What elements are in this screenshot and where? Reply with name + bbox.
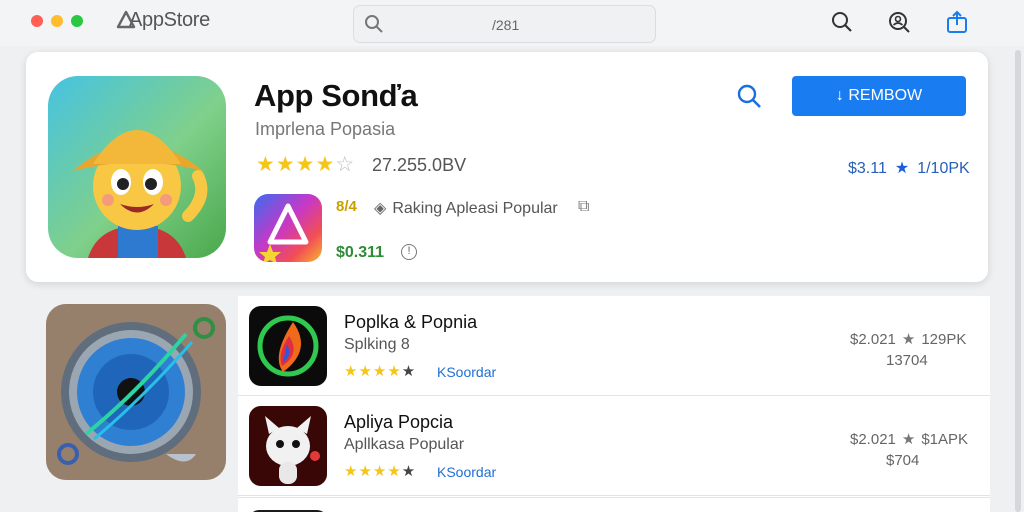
app-price: $2.021 xyxy=(850,331,896,348)
related-app-icon[interactable] xyxy=(254,194,322,262)
get-button[interactable]: ↓ REMBOW xyxy=(792,76,966,116)
list-item[interactable]: Apliya Popcia Apllkasa Popular ★★★★★ KSo… xyxy=(238,396,990,496)
featured-meta: $3.11 ★ 1/10PK xyxy=(848,158,970,178)
featured-app-card[interactable]: App Sonďa Imprlena Popasia ★★★★☆ 27.255.… xyxy=(26,52,988,282)
star-empty-icon: ☆ xyxy=(335,153,356,176)
featured-rating-count: 27.255.0BV xyxy=(372,155,467,175)
zoom-window-button[interactable] xyxy=(71,15,83,27)
featured-app-icon[interactable] xyxy=(48,76,226,258)
star-icon: ★★★★ xyxy=(256,153,336,176)
ranking-label: ◈ Raking Apleasi Popular xyxy=(374,198,558,218)
app-price: $2.021 xyxy=(850,431,896,448)
app-meta: $2.021 ★ 129PK xyxy=(850,330,966,348)
app-link[interactable]: KSoordar xyxy=(437,364,496,380)
search-field[interactable]: /281 xyxy=(353,5,656,43)
rating-stars: ★★★★★ xyxy=(344,462,416,480)
account-search-icon[interactable] xyxy=(887,10,911,34)
scrollbar[interactable] xyxy=(1015,50,1021,512)
related-app-badge: 8/4 xyxy=(336,198,357,215)
app-list: Poplka & Popnia Splking 8 ★★★★★ KSoordar… xyxy=(238,296,990,512)
tag-icon: ◈ xyxy=(374,200,387,217)
close-window-button[interactable] xyxy=(31,15,43,27)
app-downloads: 129PK xyxy=(921,331,967,348)
app-count: 13704 xyxy=(886,352,928,369)
app-icon[interactable] xyxy=(249,306,327,386)
rating-stars: ★★★★★ xyxy=(344,362,416,380)
app-icon[interactable] xyxy=(249,406,327,486)
app-link[interactable]: KSoordar xyxy=(437,464,496,480)
star-icon: ★ xyxy=(894,160,910,177)
star-icon: ★★★★ xyxy=(344,363,402,380)
star-icon: ★ xyxy=(401,463,417,480)
list-item[interactable]: Poplka & Popnia Splking 8 ★★★★★ KSoordar… xyxy=(238,296,990,396)
star-icon: ★ xyxy=(901,431,916,448)
star-icon: ★★★★ xyxy=(344,463,402,480)
appstore-logo-icon xyxy=(116,10,136,29)
search-input[interactable]: /281 xyxy=(492,17,519,33)
list-item[interactable] xyxy=(238,497,990,512)
app-title-label: AppStore xyxy=(129,9,210,31)
featured-price: $3.11 xyxy=(848,160,887,177)
ranking-text: Raking Apleasi Popular xyxy=(392,200,558,217)
search-icon[interactable] xyxy=(830,10,854,34)
category-banner-image[interactable] xyxy=(46,304,226,480)
minimize-window-button[interactable] xyxy=(51,15,63,27)
external-link-icon[interactable]: ⧉ xyxy=(578,198,589,216)
featured-app-subtitle: Imprlena Popasia xyxy=(255,119,396,139)
app-meta: $2.021 ★ $1APK xyxy=(850,430,968,448)
app-name: Apliya Popcia xyxy=(344,412,454,432)
search-icon[interactable] xyxy=(736,83,762,109)
star-icon: ★ xyxy=(401,363,417,380)
title-bar: AppStore /281 xyxy=(0,0,1024,46)
share-icon[interactable] xyxy=(945,10,969,34)
related-app-price: $0.311 xyxy=(336,244,385,261)
info-icon[interactable]: ! xyxy=(401,244,417,260)
featured-app-name: App Sonďa xyxy=(254,78,418,113)
app-title: AppStore xyxy=(115,9,210,32)
featured-downloads: 1/10PK xyxy=(917,160,970,177)
search-icon xyxy=(365,15,383,33)
star-icon: ★ xyxy=(901,331,916,348)
app-downloads: $1APK xyxy=(921,431,969,448)
featured-rating-stars: ★★★★☆ xyxy=(256,152,355,177)
app-name: Poplka & Popnia xyxy=(344,312,478,332)
app-subtitle: Apllkasa Popular xyxy=(344,436,465,453)
app-subtitle: Splking 8 xyxy=(344,336,410,353)
app-count: $704 xyxy=(886,452,920,469)
